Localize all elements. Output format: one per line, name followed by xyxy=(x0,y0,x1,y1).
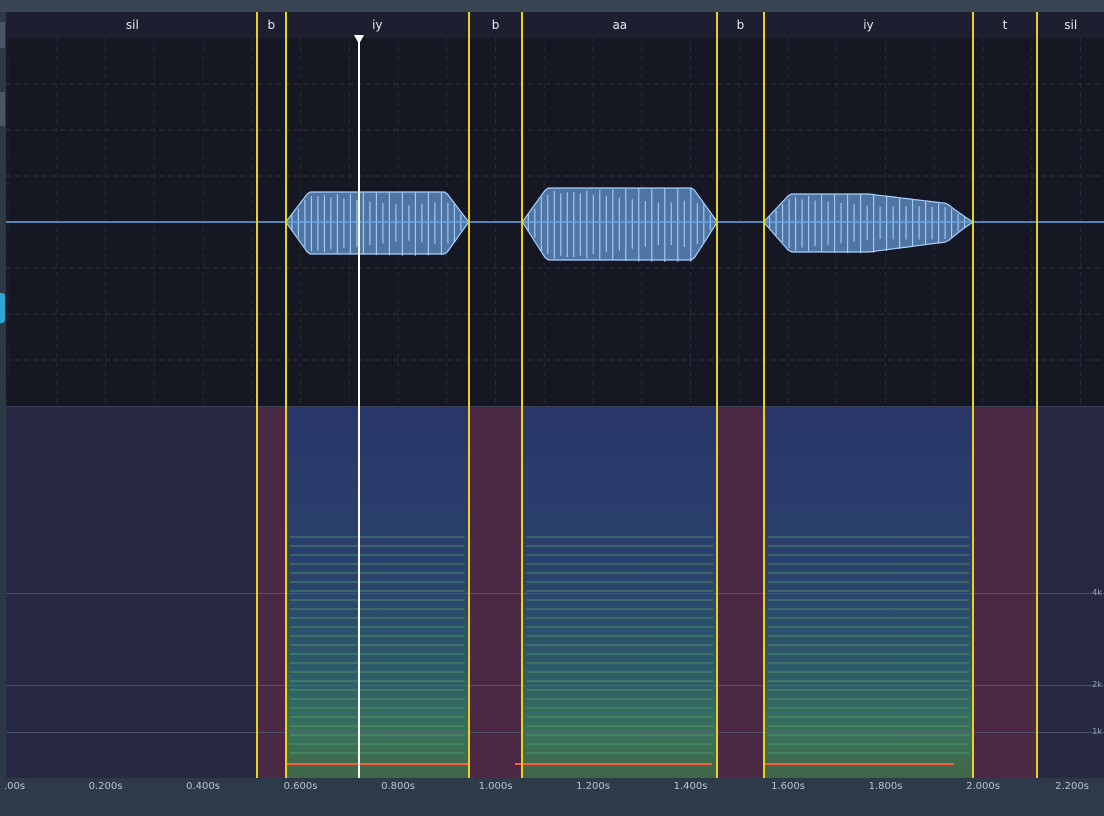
panel-resize-handle[interactable] xyxy=(0,293,5,323)
pitch-contour xyxy=(515,763,713,765)
phoneme-label-bar[interactable]: sil b iy b aa b iy t sil xyxy=(6,12,1104,38)
top-strip xyxy=(0,0,1104,12)
time-tick-label: 1.800s xyxy=(868,781,903,792)
time-tick-label: 0.400s xyxy=(186,781,220,792)
phoneme-label[interactable]: b xyxy=(492,18,500,32)
phoneme-label[interactable]: aa xyxy=(612,18,627,32)
freq-gridline xyxy=(6,685,1104,686)
freq-gridline xyxy=(6,732,1104,733)
freq-label: 2k xyxy=(1092,680,1102,689)
time-tick-label: 1.400s xyxy=(673,781,708,792)
tool-button[interactable] xyxy=(0,22,5,48)
waveform-canvas xyxy=(6,38,1104,406)
time-tick-label: 0.600s xyxy=(283,781,318,792)
playhead-marker-icon[interactable] xyxy=(354,35,364,44)
freq-label: 4k xyxy=(1092,588,1102,597)
waveform-panel[interactable] xyxy=(6,38,1104,406)
time-tick-label: 1.200s xyxy=(576,781,610,792)
spectrogram-panel[interactable]: 4k 2k 1k xyxy=(6,406,1104,779)
tool-button[interactable] xyxy=(0,92,5,126)
pitch-contour xyxy=(763,763,954,765)
time-tick-label: 1.000s xyxy=(478,781,513,792)
time-axis: .00s 0.200s 0.400s 0.600s 0.800s 1.000s 1.200s… xyxy=(0,778,1104,816)
time-tick-label: 2.000s xyxy=(966,781,1000,792)
freq-gridline xyxy=(6,593,1104,594)
phoneme-boundary[interactable] xyxy=(1035,12,1038,778)
phoneme-label[interactable]: sil xyxy=(1064,18,1077,32)
phoneme-boundary[interactable] xyxy=(467,12,470,778)
time-tick-label: 0.800s xyxy=(381,781,415,792)
phoneme-boundary[interactable] xyxy=(255,12,258,778)
phoneme-label[interactable]: iy xyxy=(372,18,382,32)
phoneme-boundary[interactable] xyxy=(716,12,719,778)
time-tick-label: 1.600s xyxy=(771,781,805,792)
time-tick-label: 2.200s xyxy=(1055,781,1089,792)
pitch-contour xyxy=(285,763,469,765)
time-tick-label: .00s xyxy=(4,781,26,792)
phoneme-boundary[interactable] xyxy=(284,12,287,778)
phoneme-label[interactable]: sil xyxy=(126,18,139,32)
phoneme-label[interactable]: iy xyxy=(863,18,873,32)
phoneme-label[interactable]: b xyxy=(267,18,275,32)
time-tick-label: 0.200s xyxy=(88,781,123,792)
phoneme-label[interactable]: t xyxy=(1003,18,1008,32)
phoneme-boundary[interactable] xyxy=(521,12,524,778)
phoneme-boundary[interactable] xyxy=(762,12,765,778)
playhead[interactable] xyxy=(358,38,360,778)
phoneme-boundary[interactable] xyxy=(972,12,975,778)
phoneme-label[interactable]: b xyxy=(737,18,745,32)
freq-label: 1k xyxy=(1092,727,1102,736)
